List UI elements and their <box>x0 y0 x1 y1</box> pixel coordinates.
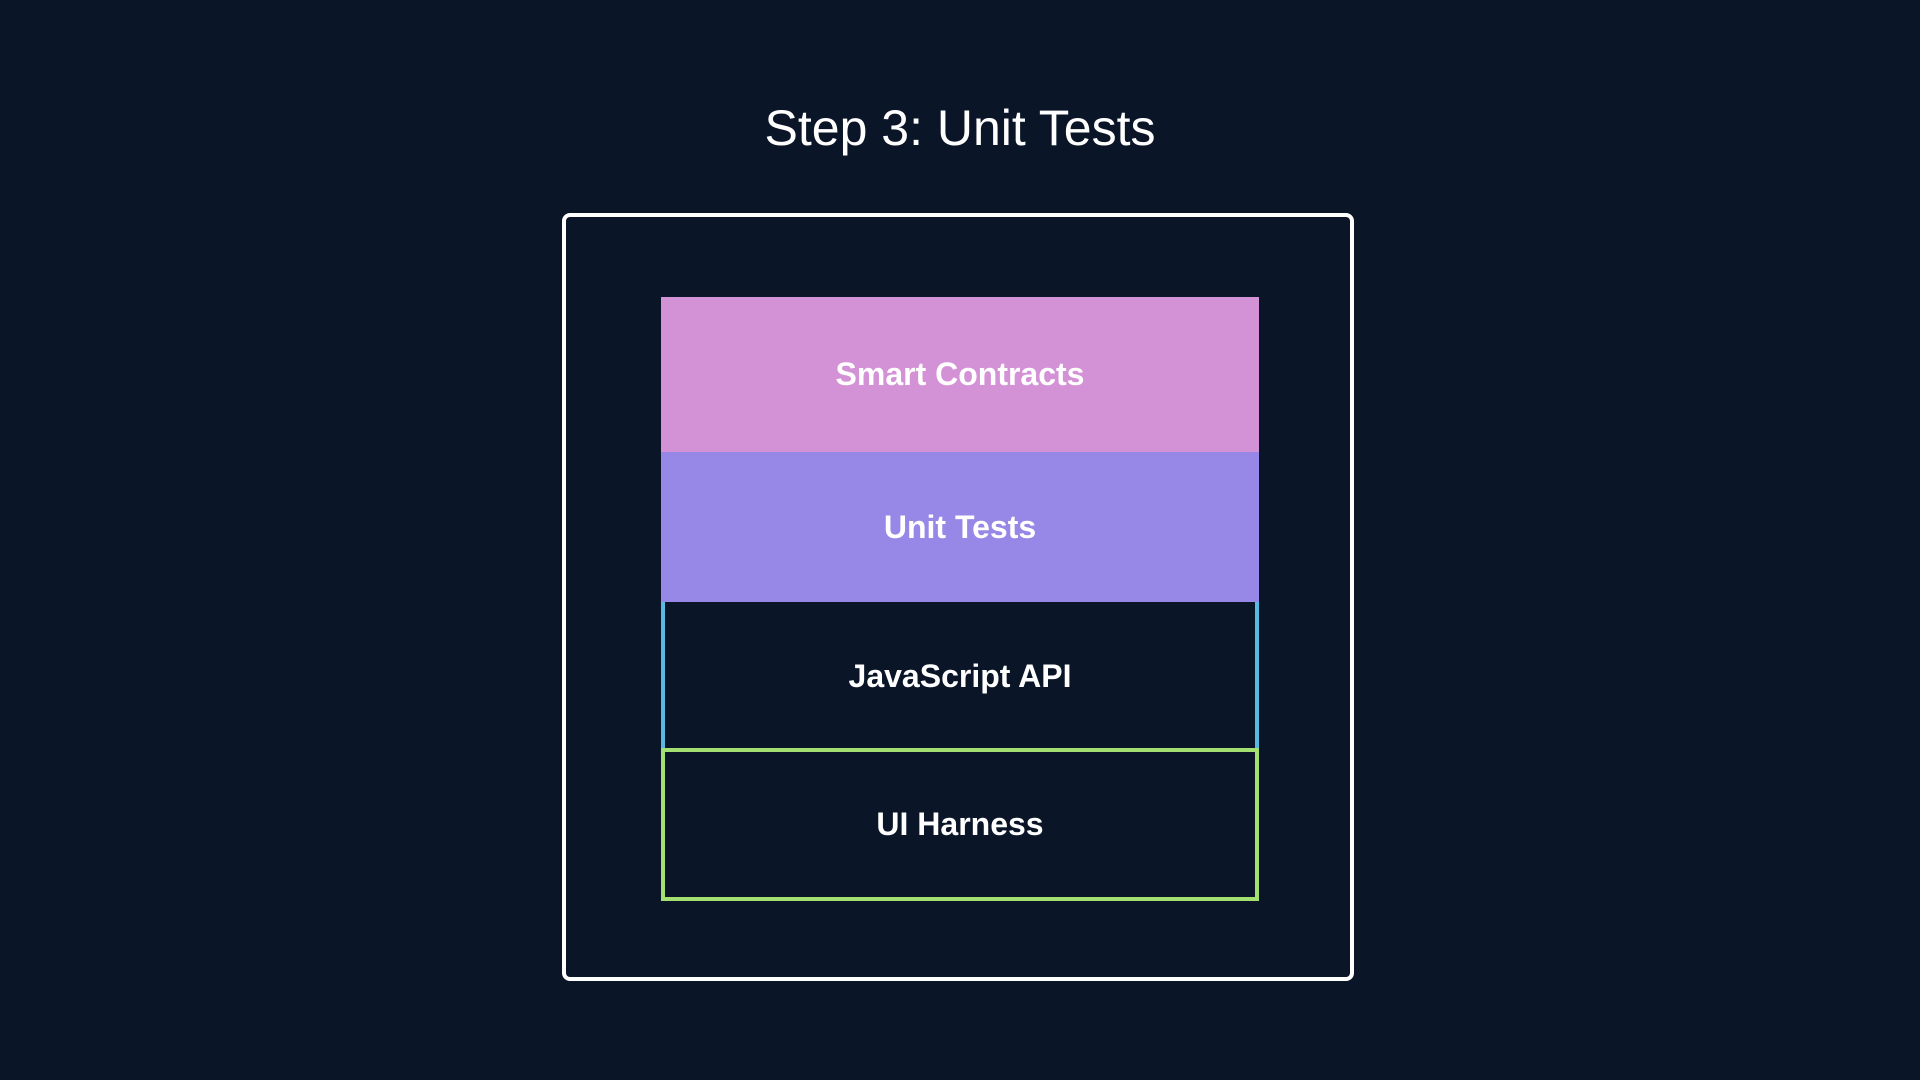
slide: Step 3: Unit Tests Smart Contracts Unit … <box>0 0 1920 1080</box>
layer-smart-contracts: Smart Contracts <box>661 297 1259 452</box>
layer-ui-harness-label: UI Harness <box>876 806 1044 842</box>
layer-javascript-api-label: JavaScript API <box>848 657 1072 694</box>
slide-title: Step 3: Unit Tests <box>764 100 1156 156</box>
layer-ui-harness: UI Harness <box>661 748 1259 901</box>
layer-unit-tests: Unit Tests <box>661 452 1259 602</box>
layer-smart-contracts-label: Smart Contracts <box>835 356 1085 392</box>
layer-javascript-api: JavaScript API <box>661 602 1259 750</box>
layer-unit-tests-label: Unit Tests <box>883 508 1037 545</box>
